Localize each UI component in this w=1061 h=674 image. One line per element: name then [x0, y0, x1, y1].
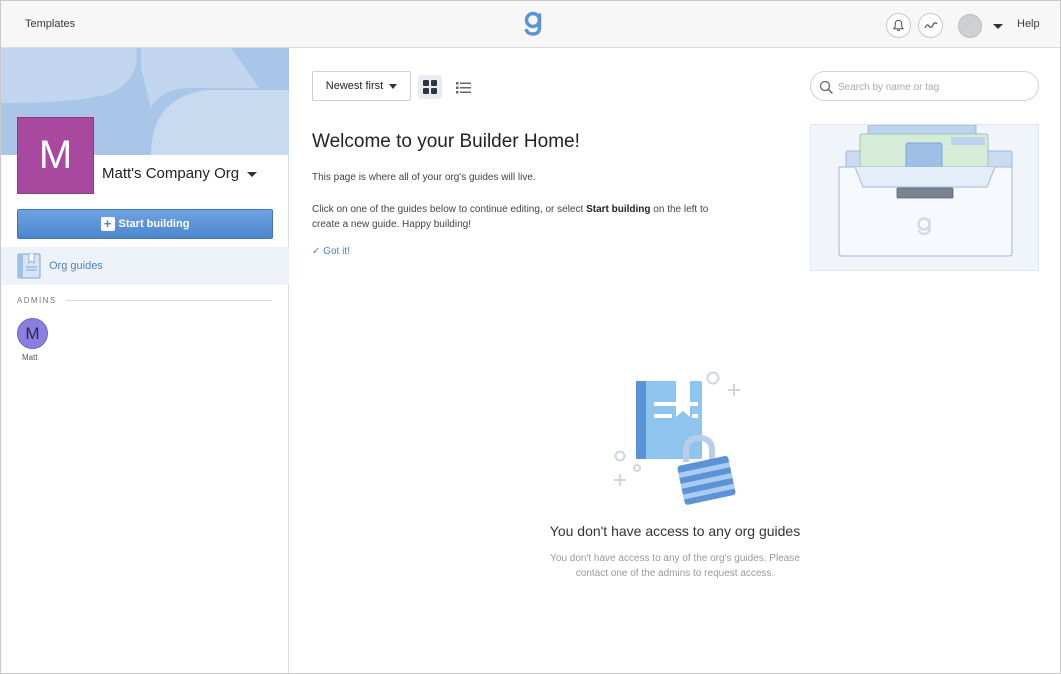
welcome-instructions-bold: Start building: [586, 204, 651, 215]
caret-down-icon[interactable]: [993, 24, 1003, 29]
admins-divider: [66, 300, 272, 301]
locked-book-icon: [614, 371, 740, 505]
empty-state-description: You don't have access to any of the org'…: [289, 551, 1061, 581]
admin-avatar[interactable]: M: [17, 318, 48, 349]
search-box[interactable]: [810, 71, 1039, 101]
bell-icon: [892, 19, 905, 32]
folder-illustration: [838, 118, 1013, 257]
activity-button[interactable]: [918, 13, 943, 38]
activity-icon: [923, 21, 937, 28]
org-name[interactable]: Matt's Company Org: [102, 165, 239, 182]
search-input[interactable]: [838, 77, 1028, 97]
sidebar-item-org-guides[interactable]: Org guides: [1, 247, 289, 285]
grid-view-button[interactable]: [418, 75, 442, 99]
sidebar: M Matt's Company Org + Start building Or…: [1, 48, 289, 673]
list-view-button[interactable]: [451, 75, 475, 99]
list-view-icon: [455, 81, 471, 93]
empty-desc-line1: You don't have access to any of the org'…: [550, 553, 800, 564]
empty-desc-line2: contact one of the admins to request acc…: [575, 568, 775, 579]
welcome-intro-text: This page is where all of your org's gui…: [312, 172, 536, 183]
welcome-instructions-text: Click on one of the guides below to cont…: [312, 202, 712, 232]
start-building-button[interactable]: + Start building: [17, 209, 273, 239]
empty-state-title: You don't have access to any org guides: [549, 523, 801, 539]
sidebar-item-label: Org guides: [49, 260, 103, 272]
start-building-label: Start building: [118, 218, 190, 230]
search-icon: [819, 80, 833, 94]
caret-down-icon: [389, 83, 398, 89]
sort-dropdown[interactable]: Newest first: [312, 71, 411, 101]
sort-label: Newest first: [325, 80, 384, 92]
grid-view-icon: [423, 80, 437, 94]
welcome-instructions-start: Click on one of the guides below to cont…: [312, 204, 587, 215]
got-it-link[interactable]: ✓ Got it!: [312, 246, 350, 257]
user-avatar[interactable]: [958, 14, 982, 38]
templates-link[interactable]: Templates: [25, 18, 75, 30]
got-it-label: Got it!: [323, 246, 350, 257]
g-logo-icon[interactable]: [523, 9, 543, 39]
book-icon: [17, 253, 41, 279]
org-logo-tile: M: [17, 117, 94, 194]
org-switcher-caret-icon[interactable]: [247, 172, 257, 177]
admins-heading: ADMINS: [17, 296, 57, 305]
welcome-illustration: [810, 118, 1039, 271]
notifications-button[interactable]: [886, 13, 911, 38]
check-icon: ✓: [312, 246, 324, 257]
admin-name: Matt: [22, 353, 38, 362]
top-bar: Templates Help: [1, 1, 1060, 48]
plus-icon: +: [100, 217, 115, 231]
help-link[interactable]: Help: [1017, 18, 1040, 30]
welcome-title: Welcome to your Builder Home!: [312, 131, 580, 152]
